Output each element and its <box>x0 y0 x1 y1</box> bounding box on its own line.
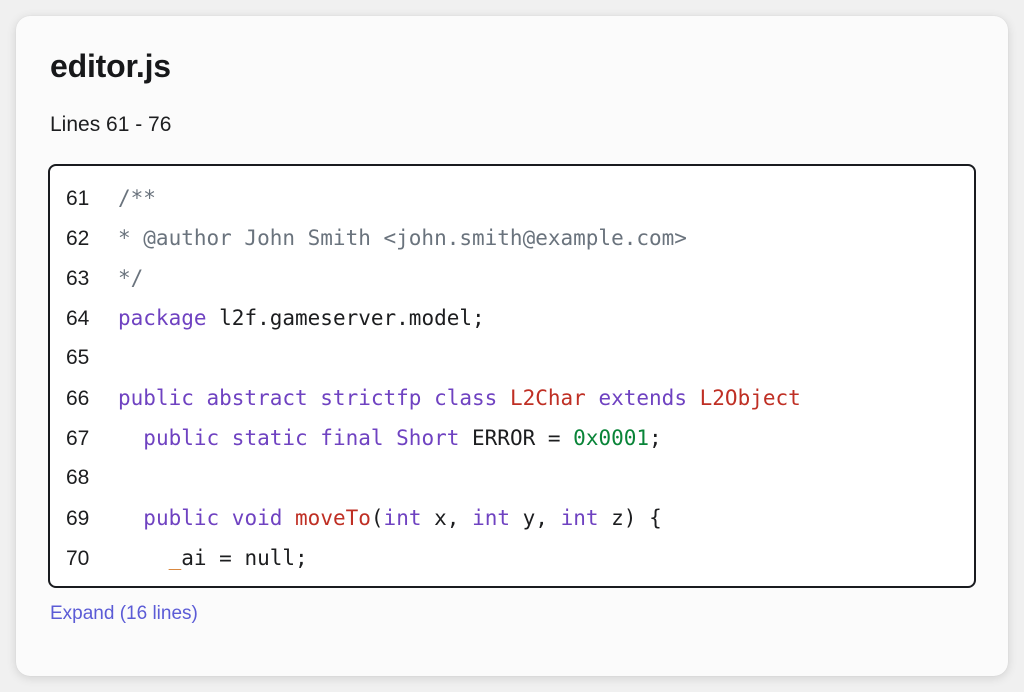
code-token-plain: z) { <box>598 506 662 530</box>
code-line: 65 <box>50 338 974 378</box>
line-content: /** <box>118 178 974 218</box>
code-preview-card: editor.js Lines 61 - 76 61 /** 62 * @author… <box>16 16 1008 676</box>
line-number: 69 <box>66 507 90 530</box>
code-token-plain: ai = null; <box>181 546 308 570</box>
code-line: 68 <box>50 458 974 498</box>
code-token-plain: ( <box>370 506 384 530</box>
code-token-comment: * @author John Smith <john.smith@example… <box>118 226 687 250</box>
code-line: 62 * @author John Smith <john.smith@examp… <box>50 218 974 258</box>
code-token-plain: ; <box>649 426 662 450</box>
code-token-keyword: extends <box>598 386 687 410</box>
page-title: editor.js <box>50 48 171 84</box>
line-number: 63 <box>66 267 90 290</box>
line-content: public static final Short ERROR = 0x0001… <box>118 418 974 458</box>
code-token-keyword: public void <box>143 506 283 530</box>
code-token-keyword: public static final Short <box>143 426 460 450</box>
code-line: 69 public void moveTo(int x, int y, int … <box>50 498 974 538</box>
code-token-type: L2Object <box>699 386 801 410</box>
line-number: 70 <box>66 547 90 570</box>
line-content: * @author John Smith <john.smith@example… <box>118 218 974 258</box>
code-token-number: 0x0001 <box>573 426 650 450</box>
code-line: 61 /** <box>50 178 974 218</box>
code-token-plain: l2f.gameserver.model; <box>206 306 485 330</box>
code-token-keyword: package <box>118 306 207 330</box>
code-line: 66 public abstract strictfp class L2Char … <box>50 378 974 418</box>
code-token-type: L2Char <box>509 386 586 410</box>
line-number: 66 <box>66 387 90 410</box>
line-content: package l2f.gameserver.model; <box>118 298 974 338</box>
code-token-comment: /** <box>118 186 156 210</box>
code-token-plain: ERROR = <box>459 426 574 450</box>
code-block: 61 /** 62 * @author John Smith <john.smith@… <box>48 164 976 588</box>
code-line: 67 public static final Short ERROR = 0x0… <box>50 418 974 458</box>
line-number: 67 <box>66 427 90 450</box>
code-token-keyword: public abstract strictfp class <box>118 386 498 410</box>
code-token-comment: */ <box>118 266 144 290</box>
line-range-label: Lines 61 - 76 <box>50 113 172 136</box>
line-number: 68 <box>66 466 90 489</box>
code-line: 70 _ai = null; <box>50 538 974 578</box>
code-lines-container: 61 /** 62 * @author John Smith <john.smith@… <box>50 178 974 578</box>
code-token-plain: y, <box>510 506 561 530</box>
line-number: 64 <box>66 307 90 330</box>
code-token-plain: x, <box>421 506 473 530</box>
code-line: 63 */ <box>50 258 974 298</box>
code-token-keyword: int <box>560 506 599 530</box>
line-content: public abstract strictfp class L2Char ex… <box>118 378 974 418</box>
code-line: 64 package l2f.gameserver.model; <box>50 298 974 338</box>
code-token-keyword: int <box>383 506 422 530</box>
code-token-keyword: int <box>472 506 510 530</box>
line-content: _ai = null; <box>118 538 974 578</box>
line-content: */ <box>118 258 974 298</box>
expand-lines-link[interactable]: Expand (16 lines) <box>48 588 198 626</box>
line-number: 61 <box>66 187 90 210</box>
line-content: public void moveTo(int x, int y, int z) … <box>118 498 974 538</box>
code-token-function: moveTo <box>295 506 371 530</box>
line-number: 62 <box>66 227 90 250</box>
line-number: 65 <box>66 346 90 369</box>
code-token-underscore: _ <box>168 546 182 570</box>
